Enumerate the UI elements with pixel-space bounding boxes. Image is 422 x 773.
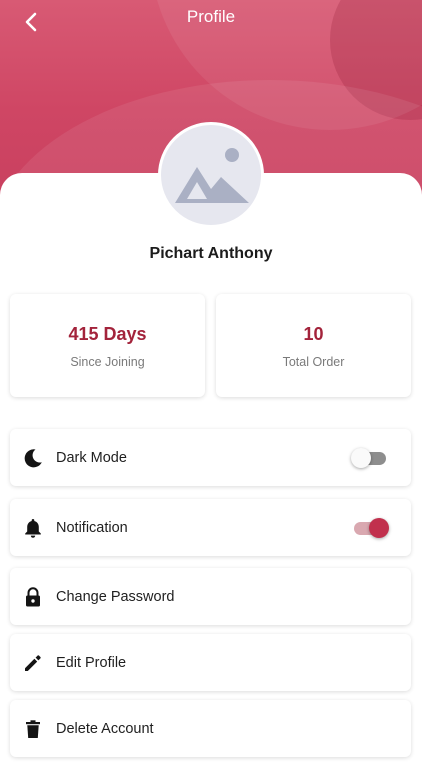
toggle-knob xyxy=(369,517,389,538)
stat-value: 415 Days xyxy=(68,324,147,344)
lock-icon xyxy=(26,586,40,606)
pencil-icon xyxy=(25,654,41,671)
stat-label: Since Joining xyxy=(70,355,145,369)
bell-icon xyxy=(25,518,41,538)
notification-toggle[interactable] xyxy=(351,517,391,539)
menu-item-delete-account[interactable]: Delete Account xyxy=(10,700,411,757)
menu-item-dark-mode[interactable]: Dark Mode xyxy=(10,429,411,486)
menu-item-label: Dark Mode xyxy=(56,449,127,466)
moon-icon xyxy=(24,448,42,467)
menu-item-change-password[interactable]: Change Password xyxy=(10,568,411,625)
trash-icon xyxy=(26,719,40,738)
dark-mode-toggle[interactable] xyxy=(351,447,391,469)
menu-item-label: Delete Account xyxy=(56,720,154,737)
menu-item-label: Notification xyxy=(56,519,128,536)
user-name: Pichart Anthony xyxy=(149,245,273,262)
stat-label: Total Order xyxy=(282,355,345,369)
toggle-knob xyxy=(351,447,371,468)
stat-card-orders: 10 Total Order xyxy=(216,294,411,397)
menu-item-notification[interactable]: Notification xyxy=(10,499,411,556)
stat-card-days: 415 Days Since Joining xyxy=(10,294,205,397)
stat-value: 10 xyxy=(303,324,324,344)
page-title: Profile xyxy=(186,7,236,26)
image-placeholder-icon xyxy=(175,148,249,203)
menu-item-edit-profile[interactable]: Edit Profile xyxy=(10,634,411,691)
avatar[interactable] xyxy=(158,122,264,228)
menu-item-label: Edit Profile xyxy=(56,654,127,671)
menu-item-label: Change Password xyxy=(56,588,175,605)
